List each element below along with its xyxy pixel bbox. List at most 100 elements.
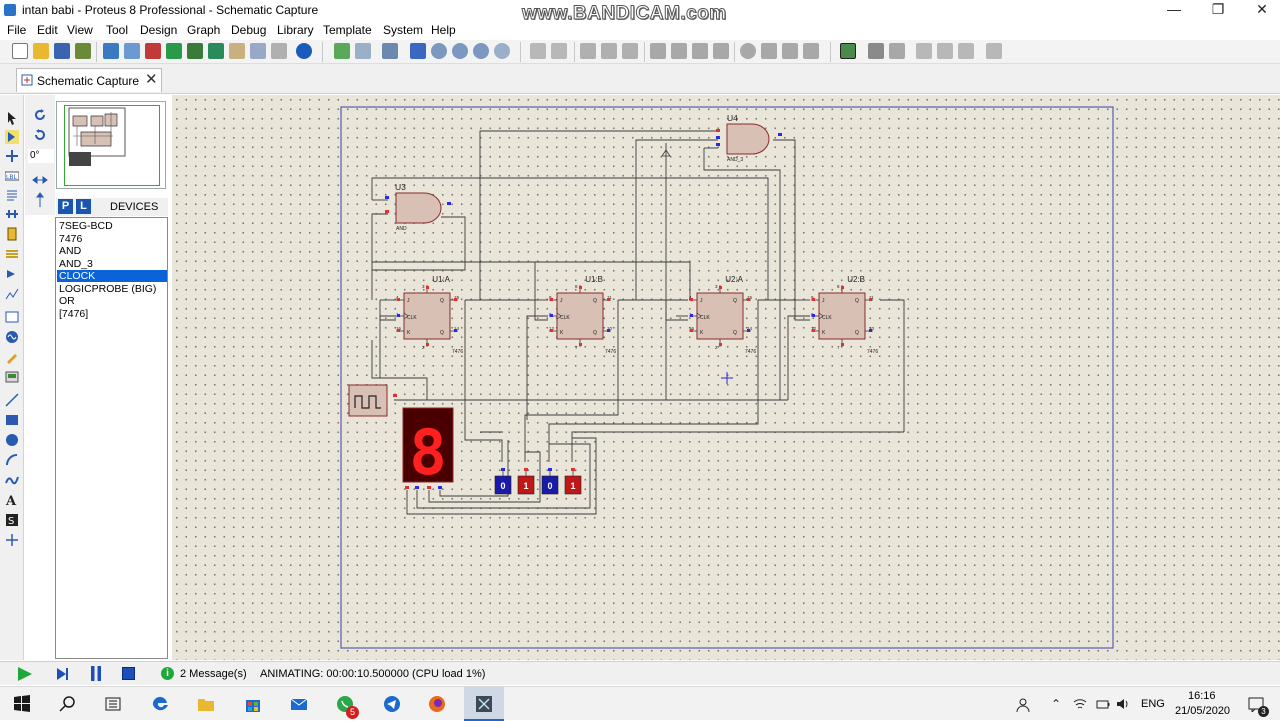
proteus-taskbar-item[interactable] — [464, 687, 504, 721]
menu-help[interactable]: Help — [431, 23, 456, 37]
menu-template[interactable]: Template — [323, 23, 372, 37]
path-2d-icon[interactable] — [5, 473, 19, 487]
menu-design[interactable]: Design — [140, 23, 177, 37]
list-item-selected[interactable]: CLOCK — [57, 270, 167, 282]
and-gate-u3[interactable]: U3 AND — [385, 182, 451, 232]
mirror-horizontal-icon[interactable] — [32, 173, 48, 187]
list-item[interactable]: 7SEG-BCD — [57, 220, 167, 232]
people-icon[interactable] — [1015, 697, 1031, 713]
seven-segment-display[interactable]: 8 — [402, 407, 454, 489]
gerber-icon[interactable] — [166, 43, 182, 59]
play-icon[interactable] — [18, 667, 32, 681]
flipflop-u2-b[interactable]: U2:B7476JCLKKQQ9612871110 — [811, 275, 878, 355]
logic-probe[interactable]: 1 — [564, 468, 582, 495]
list-item[interactable]: [7476] — [57, 308, 167, 320]
paste-icon[interactable] — [622, 43, 638, 59]
redo-icon[interactable] — [551, 43, 567, 59]
design-explorer-icon[interactable] — [250, 43, 266, 59]
list-item[interactable]: 7476 — [57, 233, 167, 245]
block-move-icon[interactable] — [671, 43, 687, 59]
remove-sheet-icon[interactable] — [937, 43, 953, 59]
save-icon[interactable] — [54, 43, 70, 59]
windows-start-icon[interactable] — [12, 694, 32, 714]
wifi-icon[interactable] — [1073, 697, 1087, 711]
firefox-icon[interactable] — [427, 694, 447, 714]
tab-close-icon[interactable]: ✕ — [145, 70, 158, 88]
maximize-button[interactable]: ❐ — [1196, 0, 1240, 20]
circle-2d-icon[interactable] — [5, 433, 19, 447]
symbol-2d-icon[interactable]: S — [5, 513, 19, 527]
block-delete-icon[interactable] — [713, 43, 729, 59]
edge-browser-icon[interactable] — [150, 694, 170, 714]
terminals-icon[interactable] — [5, 247, 19, 261]
menu-file[interactable]: File — [7, 23, 26, 37]
menu-graph[interactable]: Graph — [187, 23, 220, 37]
zoom-in-icon[interactable] — [431, 43, 447, 59]
property-assignment-icon[interactable] — [889, 43, 905, 59]
zoom-out-icon[interactable] — [452, 43, 468, 59]
clock-generator[interactable] — [348, 384, 397, 417]
pause-icon[interactable] — [90, 666, 102, 681]
list-item[interactable]: AND — [57, 245, 167, 257]
file-explorer-icon[interactable] — [196, 694, 216, 714]
logic-probe[interactable]: 0 — [494, 468, 512, 495]
overview-window[interactable] — [56, 101, 166, 189]
undo-icon[interactable] — [530, 43, 546, 59]
help-icon[interactable] — [296, 43, 312, 59]
subcircuit-icon[interactable] — [5, 227, 19, 241]
telegram-icon[interactable] — [382, 694, 402, 714]
menu-edit[interactable]: Edit — [37, 23, 58, 37]
text-script-icon[interactable] — [5, 188, 19, 202]
chevron-up-icon[interactable]: ⌃ — [1051, 697, 1061, 711]
schematic-canvas[interactable]: U4 AND_3 U3 AND U1:A7476JCLKKQQ411632151… — [172, 95, 1280, 660]
schematic-icon[interactable] — [124, 43, 140, 59]
clock-time[interactable]: 16:16 — [1188, 690, 1216, 702]
search-icon[interactable] — [58, 694, 78, 714]
junction-dot-icon[interactable] — [5, 149, 19, 163]
flipflop-u1-a[interactable]: U1:A7476JCLKKQQ4116321514 — [396, 275, 463, 355]
buses-icon[interactable] — [5, 207, 19, 221]
marker-2d-icon[interactable] — [5, 533, 19, 547]
pan-icon[interactable] — [410, 43, 426, 59]
3d-view-icon[interactable] — [187, 43, 203, 59]
rotation-angle-field[interactable]: 0° — [28, 149, 54, 163]
tab-schematic-capture[interactable]: Schematic Capture ✕ — [16, 68, 162, 92]
logic-probe[interactable]: 0 — [541, 468, 559, 495]
battery-icon[interactable] — [1096, 697, 1110, 711]
close-window-button[interactable]: ✕ — [1240, 0, 1280, 20]
electrical-rule-check-icon[interactable] — [986, 43, 1002, 59]
voltage-probe-icon[interactable] — [5, 350, 19, 364]
pick-devices-button[interactable]: P — [58, 199, 73, 214]
menu-view[interactable]: View — [67, 23, 93, 37]
bom-icon[interactable] — [208, 43, 224, 59]
arc-2d-icon[interactable] — [5, 453, 19, 467]
block-rotate-icon[interactable] — [692, 43, 708, 59]
overview-viewport[interactable] — [64, 105, 160, 186]
virtual-instruments-icon[interactable] — [5, 370, 19, 384]
menu-debug[interactable]: Debug — [231, 23, 266, 37]
list-item[interactable]: OR — [57, 295, 167, 307]
menu-library[interactable]: Library — [277, 23, 314, 37]
pcb-icon[interactable] — [145, 43, 161, 59]
mail-icon[interactable] — [289, 694, 309, 714]
graph-mode-icon[interactable] — [5, 287, 19, 301]
decompose-icon[interactable] — [803, 43, 819, 59]
rotate-anticlockwise-icon[interactable] — [33, 128, 47, 142]
stop-icon[interactable] — [122, 667, 135, 680]
block-copy-icon[interactable] — [650, 43, 666, 59]
flipflop-u1-b[interactable]: U1:B7476JCLKKQQ9612871110 — [549, 275, 616, 355]
device-list[interactable]: 7SEG-BCD 7476 AND AND_3 CLOCK LOGICPROBE… — [55, 217, 168, 659]
list-item[interactable]: AND_3 — [57, 258, 167, 270]
notes-icon[interactable] — [229, 43, 245, 59]
text-2d-icon[interactable]: A — [5, 493, 19, 507]
task-view-icon[interactable] — [103, 694, 123, 714]
flipflop-u2-a[interactable]: U2:A7476JCLKKQQ4116321514 — [689, 275, 756, 355]
store-icon[interactable] — [243, 694, 263, 714]
zoom-area-icon[interactable] — [494, 43, 510, 59]
rotate-clockwise-icon[interactable] — [33, 108, 47, 122]
menu-tool[interactable]: Tool — [106, 23, 128, 37]
tape-recorder-icon[interactable] — [5, 310, 19, 324]
search-icon[interactable] — [868, 43, 884, 59]
selection-mode-icon[interactable] — [5, 111, 19, 125]
make-device-icon[interactable] — [761, 43, 777, 59]
